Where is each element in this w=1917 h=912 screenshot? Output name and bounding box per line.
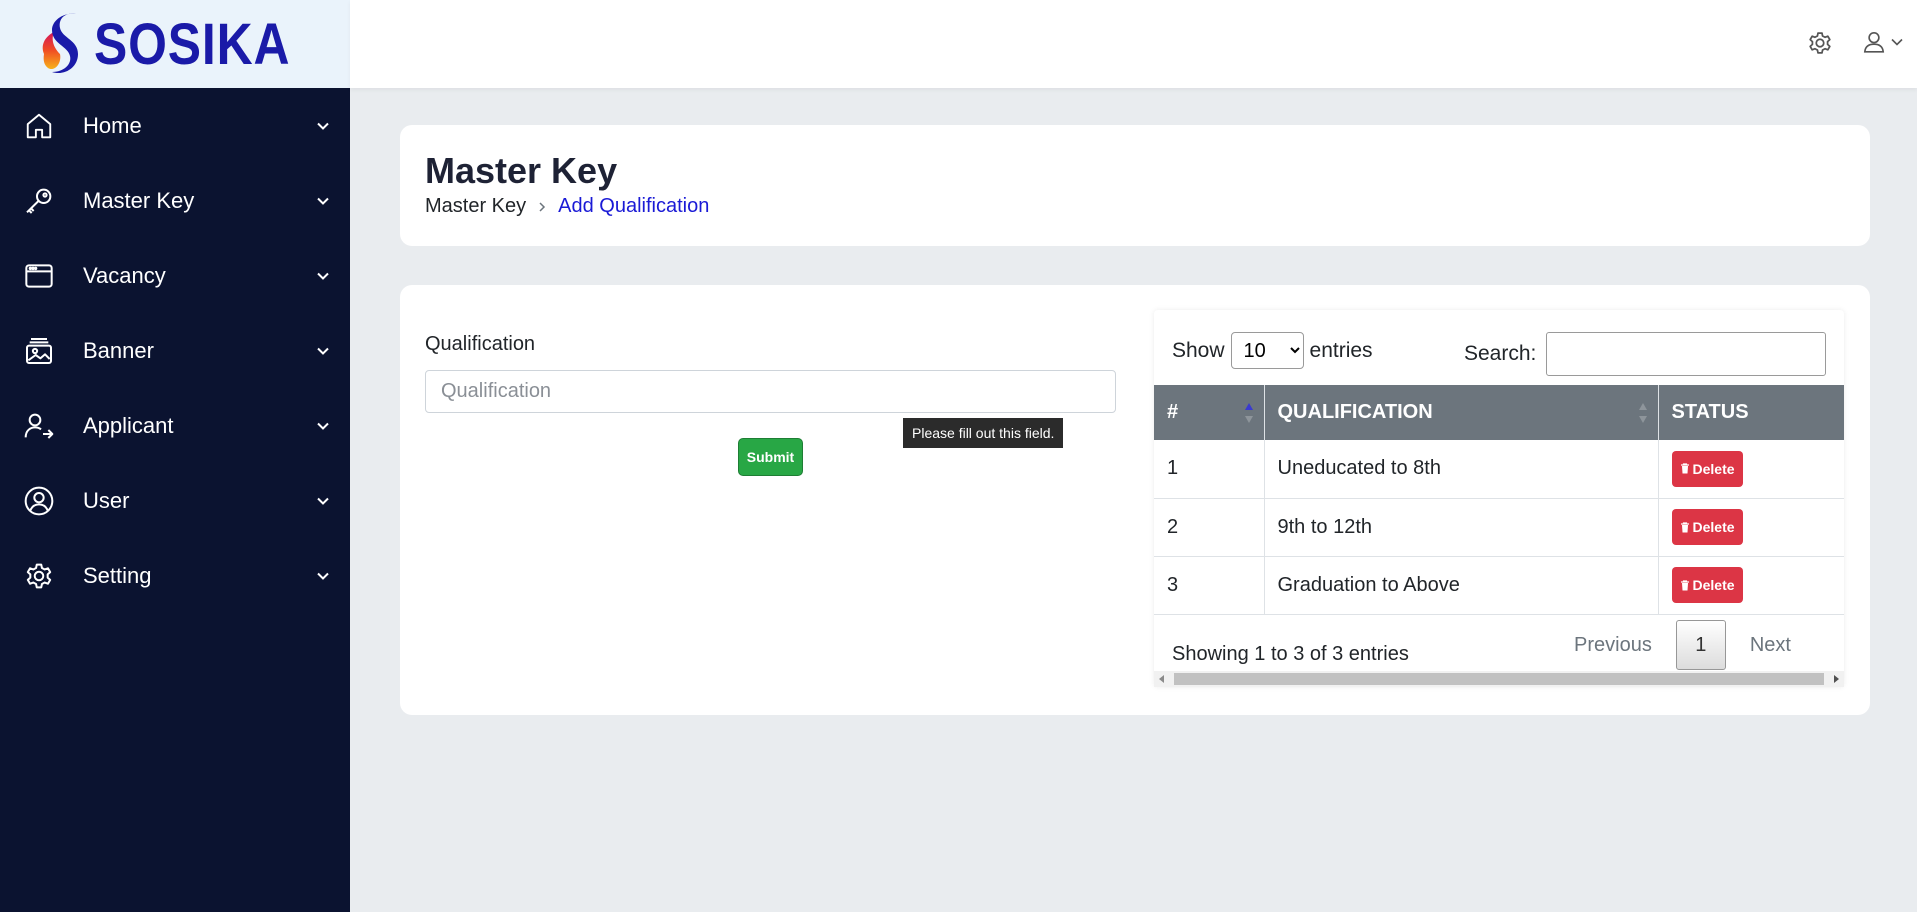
row-number: 2 <box>1154 498 1265 557</box>
chevron-down-icon <box>317 272 329 280</box>
sidebar-item-label: Vacancy <box>83 262 166 288</box>
sidebar-item-label: Banner <box>83 337 154 363</box>
horizontal-scrollbar[interactable] <box>1154 671 1844 687</box>
delete-label: Delete <box>1692 519 1735 535</box>
qualification-label: Qualification <box>425 333 536 355</box>
page-1-button[interactable]: 1 <box>1675 620 1726 670</box>
user-arrow-icon <box>22 409 56 443</box>
chevron-down-icon <box>317 497 329 505</box>
sidebar-item-setting[interactable]: Setting <box>0 538 350 613</box>
sidebar-item-label: Master Key <box>83 187 195 213</box>
page-title: Master Key <box>425 150 618 191</box>
pagination: Previous 1 Next <box>1574 620 1791 670</box>
chevron-right-icon <box>539 201 546 212</box>
entries-label: entries <box>1309 338 1373 362</box>
settings-gear-icon[interactable] <box>1806 29 1834 62</box>
table-info: Showing 1 to 3 of 3 entries <box>1172 643 1409 665</box>
row-number: 3 <box>1154 556 1265 615</box>
qualification-table: # QUALIFICATION STATUS 1 Uneducated to 8… <box>1154 385 1844 615</box>
chevron-down-icon <box>317 572 329 580</box>
sort-both-icon <box>1638 403 1647 423</box>
sidebar-item-user[interactable]: User <box>0 463 350 538</box>
row-number: 1 <box>1154 440 1265 499</box>
chevron-down-icon <box>317 197 329 205</box>
trash-icon <box>1680 579 1689 590</box>
brand-name: SOSIKA <box>94 11 291 77</box>
gear-icon <box>22 559 56 593</box>
breadcrumb-item-add-qualification[interactable]: Add Qualification <box>558 195 709 218</box>
column-header-label: QUALIFICATION <box>1277 401 1433 423</box>
brand-logo[interactable]: SOSIKA <box>0 0 350 88</box>
scrollbar-thumb[interactable] <box>1174 673 1824 685</box>
trash-icon <box>1680 521 1689 532</box>
page-header-card: Master Key Master Key Add Qualification <box>400 125 1870 246</box>
submit-button[interactable]: Submit <box>738 438 803 476</box>
delete-button[interactable]: Delete <box>1671 509 1743 545</box>
sidebar-item-label: User <box>83 487 130 513</box>
sidebar-item-vacancy[interactable]: Vacancy <box>0 238 350 313</box>
chevron-down-icon <box>317 347 329 355</box>
home-icon <box>22 109 56 143</box>
page-length-control: Show 10 entries <box>1172 332 1373 369</box>
column-header-label: STATUS <box>1671 401 1749 423</box>
delete-label: Delete <box>1692 460 1735 477</box>
row-qualification: Uneducated to 8th <box>1264 440 1659 499</box>
window-icon <box>22 259 56 293</box>
sidebar-item-label: Home <box>83 112 142 138</box>
sidebar-item-applicant[interactable]: Applicant <box>0 388 350 463</box>
column-header-label: # <box>1167 401 1179 423</box>
table-row: 2 9th to 12th Delete <box>1154 498 1844 557</box>
logo-icon <box>42 13 78 74</box>
table-search: Search: <box>1464 332 1827 376</box>
user-menu[interactable] <box>1861 28 1904 56</box>
scroll-right-icon[interactable] <box>1834 675 1839 683</box>
key-icon <box>22 184 56 218</box>
row-qualification: 9th to 12th <box>1264 498 1659 557</box>
qualification-table-panel: Show 10 entries Search: # QUALIFICATION <box>1154 310 1844 687</box>
breadcrumb: Master Key Add Qualification <box>425 195 709 218</box>
row-status: Delete <box>1658 440 1844 499</box>
sidebar-item-banner[interactable]: Banner <box>0 313 350 388</box>
row-status: Delete <box>1658 498 1844 557</box>
previous-page-button[interactable]: Previous <box>1574 634 1652 657</box>
qualification-card: Qualification Submit Please fill out thi… <box>400 285 1870 715</box>
chevron-down-icon <box>1891 38 1903 46</box>
table-header-row: # QUALIFICATION STATUS <box>1154 385 1844 440</box>
table-row: 1 Uneducated to 8th Delete <box>1154 440 1844 499</box>
search-input[interactable] <box>1546 332 1827 376</box>
search-label: Search: <box>1464 342 1537 365</box>
column-header-status: STATUS <box>1658 385 1844 440</box>
column-header-qualification[interactable]: QUALIFICATION <box>1264 385 1659 440</box>
next-page-button[interactable]: Next <box>1750 634 1791 657</box>
scroll-left-icon[interactable] <box>1159 675 1164 683</box>
sort-asc-icon <box>1244 403 1253 423</box>
trash-icon <box>1680 463 1689 474</box>
breadcrumb-item-master-key[interactable]: Master Key <box>425 195 526 218</box>
delete-button[interactable]: Delete <box>1671 450 1743 487</box>
sidebar-item-master-key[interactable]: Master Key <box>0 163 350 238</box>
sidebar-item-label: Setting <box>83 562 152 588</box>
top-bar <box>350 0 1917 88</box>
validation-tooltip: Please fill out this field. <box>903 418 1064 448</box>
column-header-number[interactable]: # <box>1154 385 1265 440</box>
sidebar-item-home[interactable]: Home <box>0 88 350 163</box>
row-status: Delete <box>1658 556 1844 615</box>
image-icon <box>22 334 56 368</box>
table-row: 3 Graduation to Above Delete <box>1154 556 1844 615</box>
chevron-down-icon <box>317 122 329 130</box>
user-circle-icon <box>22 484 56 518</box>
sidebar-item-label: Applicant <box>83 412 174 438</box>
chevron-down-icon <box>317 422 329 430</box>
page-length-select[interactable]: 10 <box>1230 332 1304 369</box>
sidebar-nav: Home Master Key Vacancy Banner Applicant… <box>0 88 350 613</box>
delete-button[interactable]: Delete <box>1671 567 1743 603</box>
qualification-input[interactable] <box>425 370 1116 413</box>
sidebar: SOSIKA Home Master Key Vacancy Banner Ap… <box>0 0 350 912</box>
show-label: Show <box>1172 338 1225 362</box>
row-qualification: Graduation to Above <box>1264 556 1659 615</box>
user-icon <box>1863 31 1885 53</box>
delete-label: Delete <box>1692 577 1735 593</box>
